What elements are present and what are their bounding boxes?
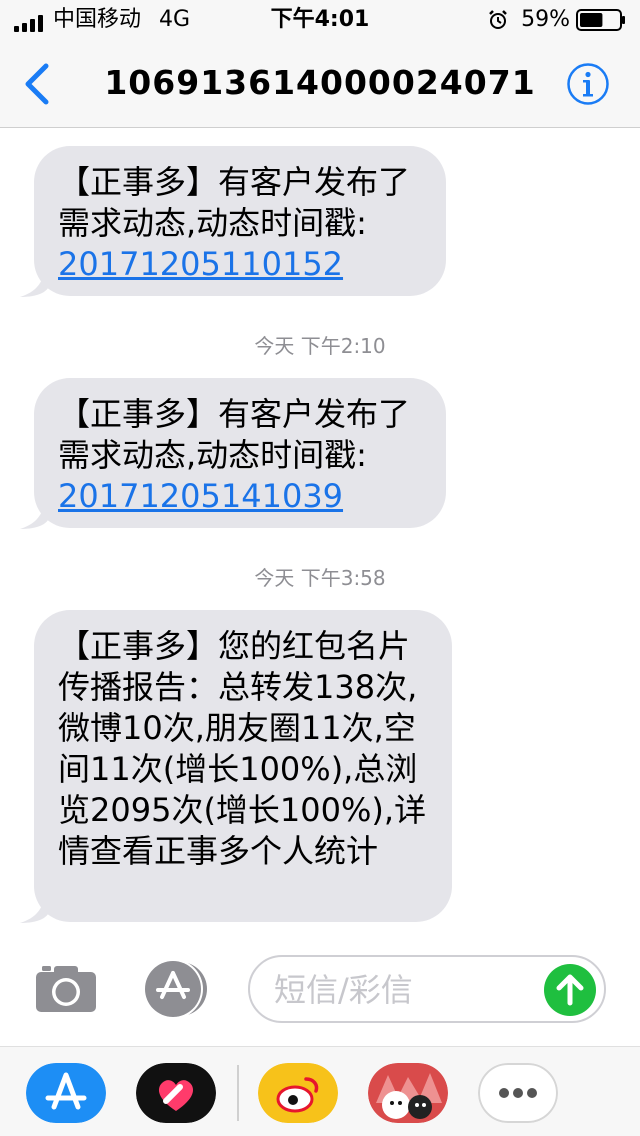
status-bar: 中国移动 4G 下午4:01 59% (0, 0, 640, 40)
message-timestamp: 今天 下午3:58 (0, 566, 640, 590)
timestamp-time: 下午2:10 (300, 334, 386, 358)
navigation-bar: 106913614000024071 (0, 40, 640, 128)
message-timestamp: 今天 下午2:10 (0, 334, 640, 358)
message-text: 【正事多】有客户发布了需求动态,动态时间戳: (58, 395, 411, 474)
back-chevron-icon[interactable] (18, 60, 58, 108)
message-bubble[interactable]: 【正事多】您的红包名片传播报告：总转发138次,微博10次,朋友圈11次,空间1… (34, 610, 452, 922)
alarm-clock-icon (489, 10, 507, 29)
app-store-icon[interactable] (140, 959, 212, 1019)
message-text: 【正事多】您的红包名片传播报告：总转发138次,微博10次,朋友圈11次,空间1… (58, 627, 427, 870)
send-arrow-icon[interactable] (544, 964, 596, 1016)
message-text: 【正事多】有客户发布了需求动态,动态时间戳: (58, 163, 411, 242)
camera-icon[interactable] (34, 962, 98, 1014)
status-right: 59% (487, 8, 626, 32)
input-placeholder: 短信/彩信 (274, 971, 413, 1009)
message-link[interactable]: 20171205141039 (58, 477, 343, 515)
stickers-icon[interactable] (368, 1063, 448, 1123)
timestamp-day: 今天 (254, 566, 295, 590)
timestamp-day: 今天 (254, 334, 295, 358)
message-bubble[interactable]: 【正事多】有客户发布了需求动态,动态时间戳: 20171205110152 (34, 146, 446, 296)
message-bubble[interactable]: 【正事多】有客户发布了需求动态,动态时间戳: 20171205141039 (34, 378, 446, 528)
info-icon[interactable] (566, 62, 610, 106)
battery-percent: 59% (521, 7, 570, 32)
conversation-title: 106913614000024071 (104, 63, 536, 102)
app-store-icon[interactable] (26, 1063, 106, 1123)
app-drawer (0, 1046, 640, 1136)
digital-touch-icon[interactable] (136, 1063, 216, 1123)
battery-icon (576, 9, 625, 31)
message-input[interactable]: 短信/彩信 (248, 955, 606, 1023)
message-link[interactable]: 20171205110152 (58, 245, 343, 283)
drawer-divider (237, 1065, 239, 1121)
timestamp-time: 下午3:58 (300, 566, 386, 590)
more-icon[interactable] (478, 1063, 558, 1123)
weibo-icon[interactable] (258, 1063, 338, 1123)
